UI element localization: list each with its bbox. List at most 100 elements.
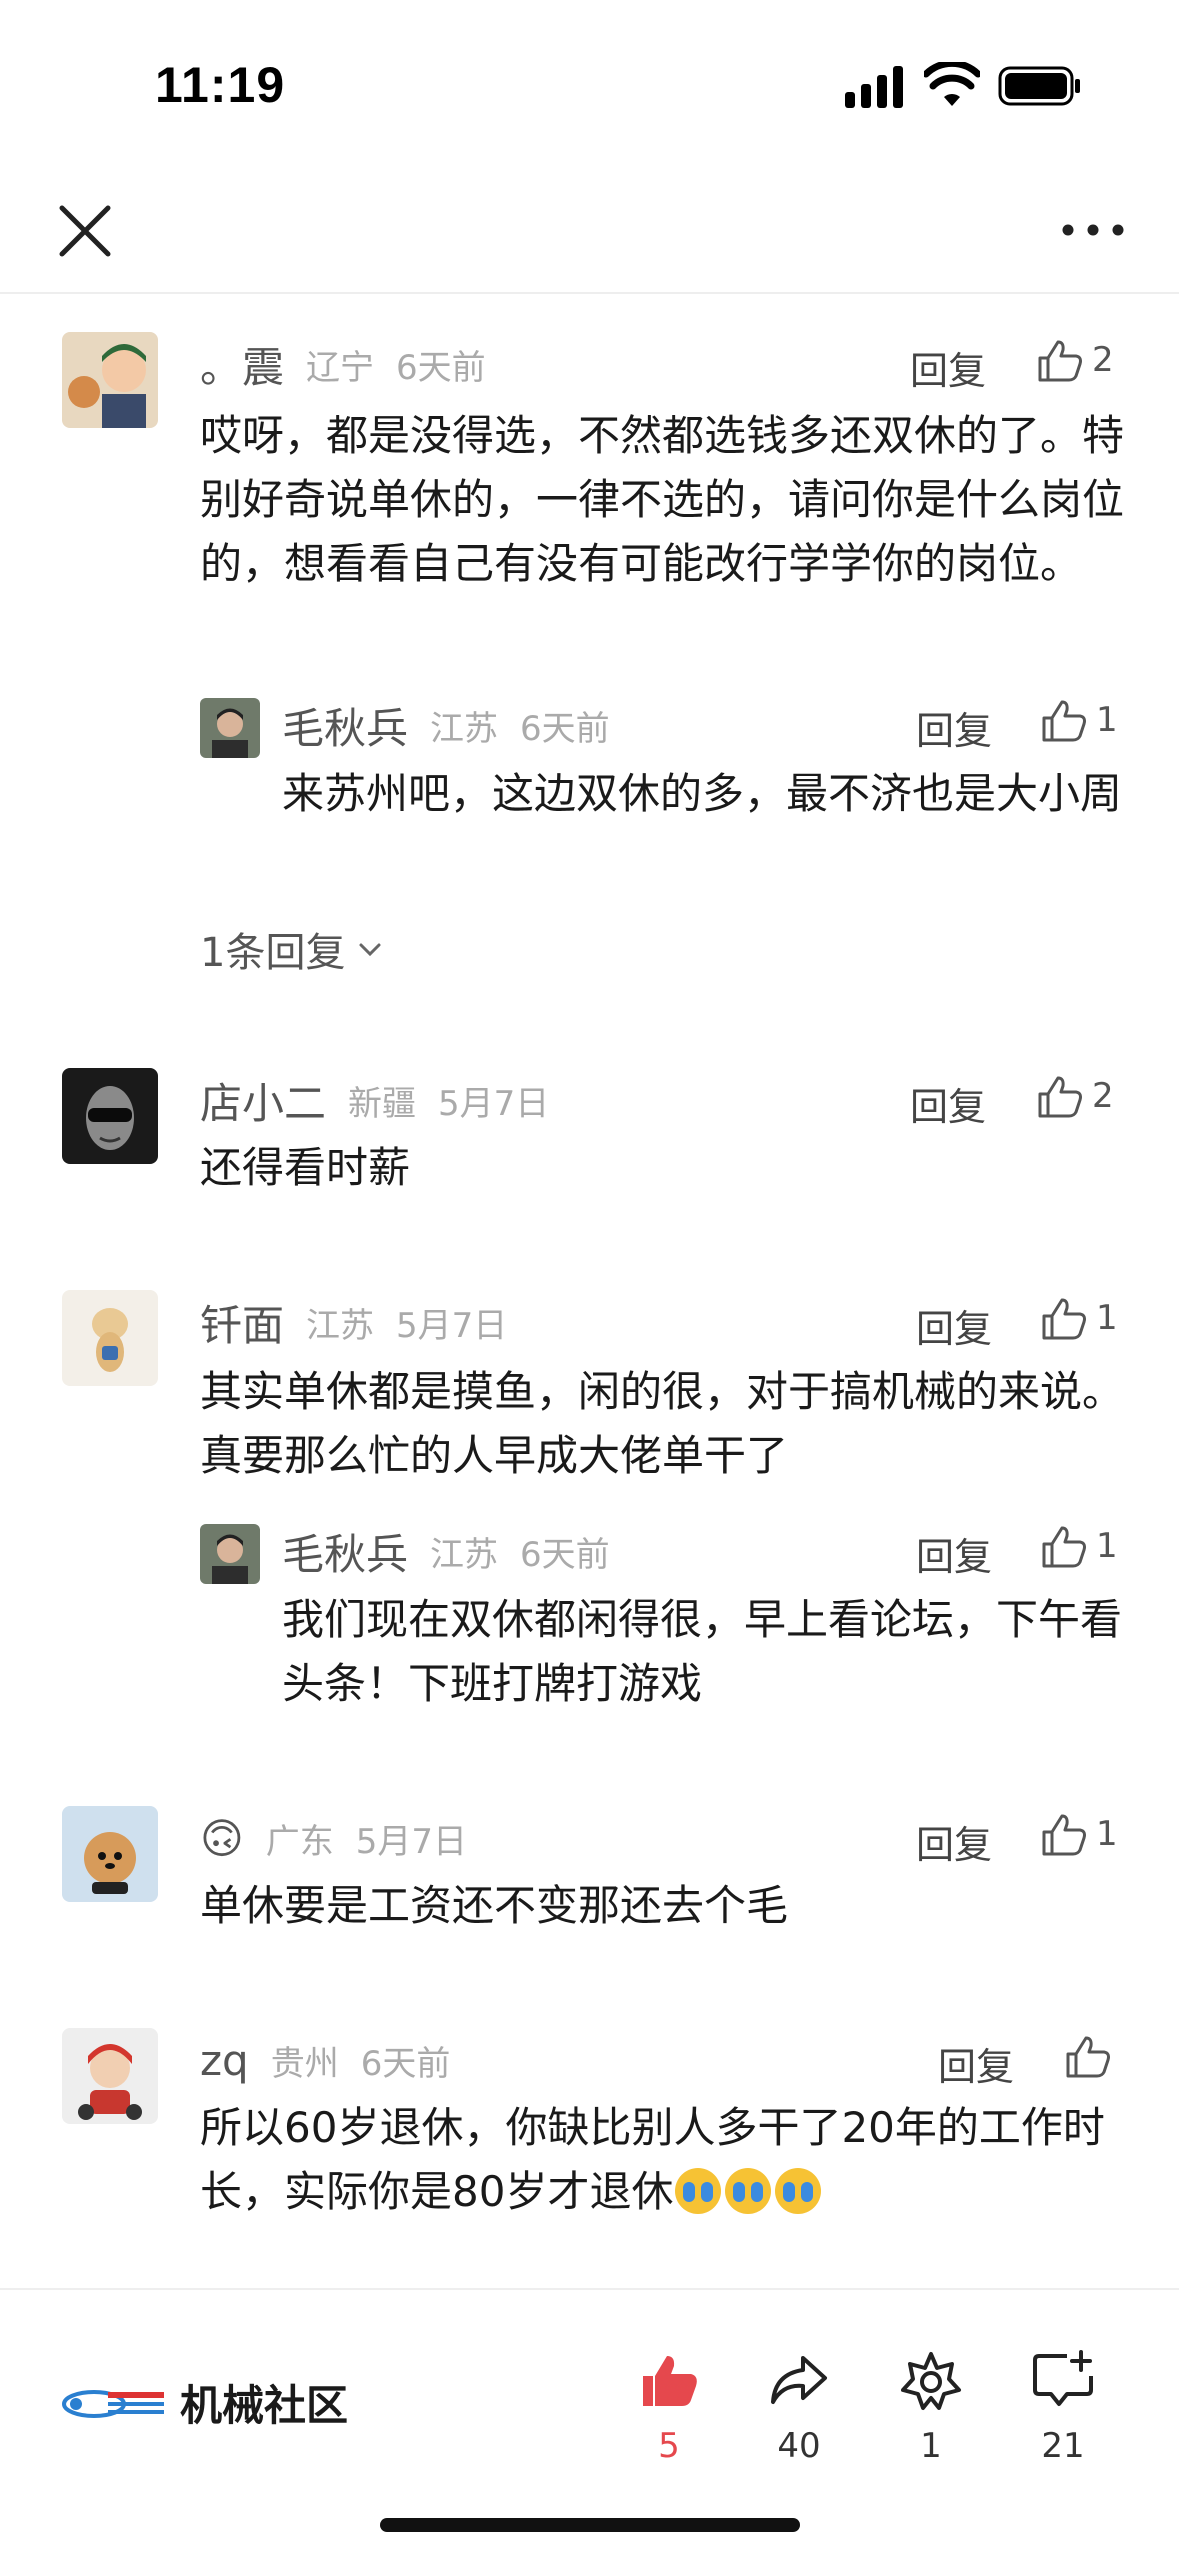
share-icon: [771, 2356, 827, 2404]
reply-button[interactable]: 回复: [910, 340, 986, 395]
comment-location: 江苏: [306, 1305, 375, 1346]
like-action-button[interactable]: 5: [614, 2348, 724, 2466]
like-count: 1: [1096, 1298, 1118, 1338]
comment-location: 广东: [265, 1821, 334, 1862]
favorite-action-count: 1: [920, 2426, 942, 2466]
reply-location: 江苏: [430, 1534, 499, 1575]
comment-time: 5月7日: [396, 1305, 508, 1346]
battery-icon: [998, 66, 1080, 106]
brand-logo[interactable]: [58, 2370, 168, 2430]
comment-author[interactable]: 钎面: [200, 1292, 284, 1353]
comment-text: 哎呀，都是没得选，不然都选钱多还双休的了。特别好奇说单休的，一律不选的，请问你是…: [200, 411, 1125, 588]
like-count: 1: [1096, 1526, 1118, 1566]
avatar[interactable]: [200, 1524, 260, 1584]
share-action-count: 40: [777, 2426, 821, 2466]
avatar[interactable]: [62, 1068, 158, 1164]
share-action-button[interactable]: 40: [744, 2348, 854, 2466]
chevron-down-icon: [359, 943, 381, 957]
thumbs-up-icon: [643, 2356, 697, 2406]
comment-header: zq 贵州 6天前: [200, 2032, 450, 2088]
favorite-action-button[interactable]: 1: [876, 2348, 986, 2466]
reply-button[interactable]: 回复: [910, 1076, 986, 1131]
reply-location: 江苏: [430, 708, 499, 749]
thumbs-up-icon: [1042, 1298, 1086, 1340]
avatar[interactable]: [62, 1806, 158, 1902]
star-icon: [901, 2352, 961, 2410]
crying-emoji-icon: [675, 2168, 722, 2214]
home-indicator: [380, 2518, 800, 2532]
replies-toggle[interactable]: 1条回复: [200, 920, 385, 978]
thumbs-up-icon: [1042, 1526, 1086, 1568]
crying-emoji-icon: [725, 2168, 772, 2214]
comment-add-icon: [1033, 2350, 1093, 2406]
comment-location: 辽宁: [306, 347, 375, 388]
replies-toggle-label: 1条回复: [200, 930, 346, 976]
comment-time: 5月7日: [355, 1821, 468, 1862]
comment-action-count: 21: [1041, 2426, 1085, 2466]
reply-time: 6天前: [520, 708, 610, 749]
thumbs-up-icon: [1038, 1076, 1082, 1118]
reply-header: 毛秋兵 江苏 6天前: [282, 1523, 610, 1579]
comment-location: 新疆: [348, 1083, 417, 1124]
reply-text: 我们现在双休都闲得很，早上看论坛，下午看头条！下班打牌打游戏: [282, 1595, 1123, 1708]
like-count: 2: [1092, 340, 1114, 380]
comment-author[interactable]: 🙃: [200, 1814, 244, 1863]
reply-button[interactable]: 回复: [916, 700, 992, 755]
comment-text: 其实单休都是摸鱼，闲的很，对于搞机械的来说。真要那么忙的人早成大佬单干了: [200, 1367, 1125, 1480]
thumbs-up-icon: [1042, 700, 1086, 742]
comment-author[interactable]: zq: [200, 2036, 249, 2085]
crying-emoji-icon: [775, 2168, 822, 2214]
comment-action-button[interactable]: 21: [1008, 2348, 1118, 2466]
reply-author[interactable]: 毛秋兵: [282, 695, 408, 756]
like-count: 1: [1096, 700, 1118, 740]
comment-author[interactable]: 。震: [200, 334, 284, 395]
comment-time: 6天前: [396, 347, 486, 388]
comment-text: 单休要是工资还不变那还去个毛: [200, 1881, 789, 1930]
status-bar: 11:19: [0, 0, 1179, 170]
brand-name[interactable]: 机械社区: [180, 2372, 348, 2433]
wifi-icon: [924, 62, 980, 106]
nav-bar: [0, 170, 1179, 294]
avatar[interactable]: [62, 332, 158, 428]
comment-time: 6天前: [360, 2043, 451, 2084]
reply-time: 6天前: [520, 1534, 610, 1575]
status-time: 11:19: [155, 57, 286, 113]
comment-header: 店小二 新疆 5月7日: [200, 1072, 549, 1128]
like-button[interactable]: [1064, 2032, 1120, 2080]
reply-author[interactable]: 毛秋兵: [282, 1521, 408, 1582]
comment-text: 所以60岁退休，你缺比别人多干了20年的工作时长，实际你是80岁才退休: [200, 2096, 1130, 2224]
comment-header: 钎面 江苏 5月7日: [200, 1294, 507, 1350]
like-button[interactable]: 1: [1040, 1522, 1118, 1570]
like-action-count: 5: [658, 2426, 680, 2466]
reply-button[interactable]: 回复: [938, 2036, 1014, 2091]
like-button[interactable]: 1: [1040, 696, 1118, 744]
like-button[interactable]: 2: [1036, 1072, 1114, 1120]
reply-button[interactable]: 回复: [916, 1526, 992, 1581]
comment-header: 🙃 广东 5月7日: [200, 1810, 467, 1866]
reply-header: 毛秋兵 江苏 6天前: [282, 697, 610, 753]
like-button[interactable]: 2: [1036, 336, 1114, 384]
thumbs-up-icon: [1066, 2036, 1110, 2078]
avatar[interactable]: [62, 2028, 158, 2124]
close-icon[interactable]: [52, 198, 118, 264]
reply-button[interactable]: 回复: [916, 1814, 992, 1869]
like-count: 1: [1096, 1814, 1118, 1854]
more-icon[interactable]: [1058, 210, 1128, 250]
comment-header: 。震 辽宁 6天前: [200, 336, 486, 392]
like-button[interactable]: 1: [1040, 1294, 1118, 1342]
bottom-action-bar: 机械社区 5 40 1 21: [0, 2288, 1179, 2556]
reply-text: 来苏州吧，这边双休的多，最不济也是大小周: [282, 769, 1123, 818]
like-count: 2: [1092, 1076, 1114, 1116]
comment-text: 还得看时薪: [200, 1143, 411, 1192]
thumbs-up-icon: [1042, 1814, 1086, 1856]
cellular-signal-icon: [845, 66, 903, 108]
avatar[interactable]: [62, 1290, 158, 1386]
comment-author[interactable]: 店小二: [200, 1070, 326, 1131]
comment-time: 5月7日: [438, 1083, 550, 1124]
avatar[interactable]: [200, 698, 260, 758]
like-button[interactable]: 1: [1040, 1810, 1118, 1858]
reply-button[interactable]: 回复: [916, 1298, 992, 1353]
comment-location: 贵州: [270, 2043, 339, 2084]
comment-text-body: 所以60岁退休，你缺比别人多干了20年的工作时长，实际你是80岁才退休: [200, 2103, 1105, 2216]
thumbs-up-icon: [1038, 340, 1082, 382]
